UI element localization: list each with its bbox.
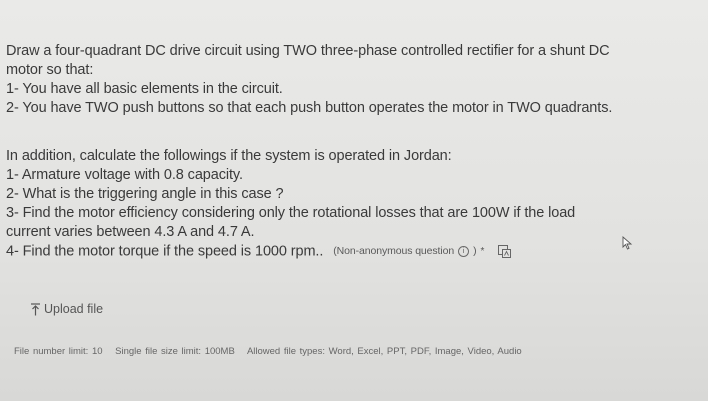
translate-icon[interactable]: [498, 245, 512, 258]
requirement-1: 1- You have all basic elements in the ci…: [6, 81, 283, 97]
info-icon[interactable]: i: [458, 246, 470, 257]
calc-item-3-cont: current varies between 4.3 A and 4.7 A.: [6, 224, 255, 240]
calc-item-4-row: 4- Find the motor torque if the speed is…: [6, 242, 696, 261]
calc-item-2: 2- What is the triggering angle in this …: [6, 186, 284, 202]
upload-file-label: Upload file: [44, 302, 104, 316]
question-intro-cont: motor so that:: [6, 62, 94, 78]
required-mark: *: [480, 246, 485, 257]
calc-item-4: 4- Find the motor torque if the speed is…: [6, 243, 324, 260]
question-intro: Draw a four-quadrant DC drive circuit us…: [6, 43, 610, 59]
upload-file-button[interactable]: Upload file: [30, 302, 103, 316]
calculation-block: In addition, calculate the followings if…: [6, 147, 696, 261]
question-meta: (Non-anonymous question i ) *: [333, 242, 512, 261]
file-number-limit: File number limit: 10: [14, 346, 103, 357]
calc-item-3: 3- Find the motor efficiency considering…: [6, 205, 576, 221]
question-type-label: (Non-anonymous question: [333, 245, 455, 257]
upload-limits: File number limit: 10 Single file size l…: [14, 346, 531, 357]
calc-intro: In addition, calculate the followings if…: [6, 148, 452, 164]
calc-item-1: 1- Armature voltage with 0.8 capacity.: [6, 167, 243, 183]
requirement-2: 2- You have TWO push buttons so that eac…: [6, 100, 613, 116]
mouse-cursor-icon: [622, 236, 633, 250]
allowed-file-types: Allowed file types: Word, Excel, PPT, PD…: [246, 346, 522, 357]
file-size-limit: Single file size limit: 100MB: [115, 346, 235, 357]
monitor-screen: Draw a four-quadrant DC drive circuit us…: [0, 0, 708, 401]
upload-arrow-icon: [31, 302, 40, 315]
question-block: Draw a four-quadrant DC drive circuit us…: [6, 42, 696, 118]
